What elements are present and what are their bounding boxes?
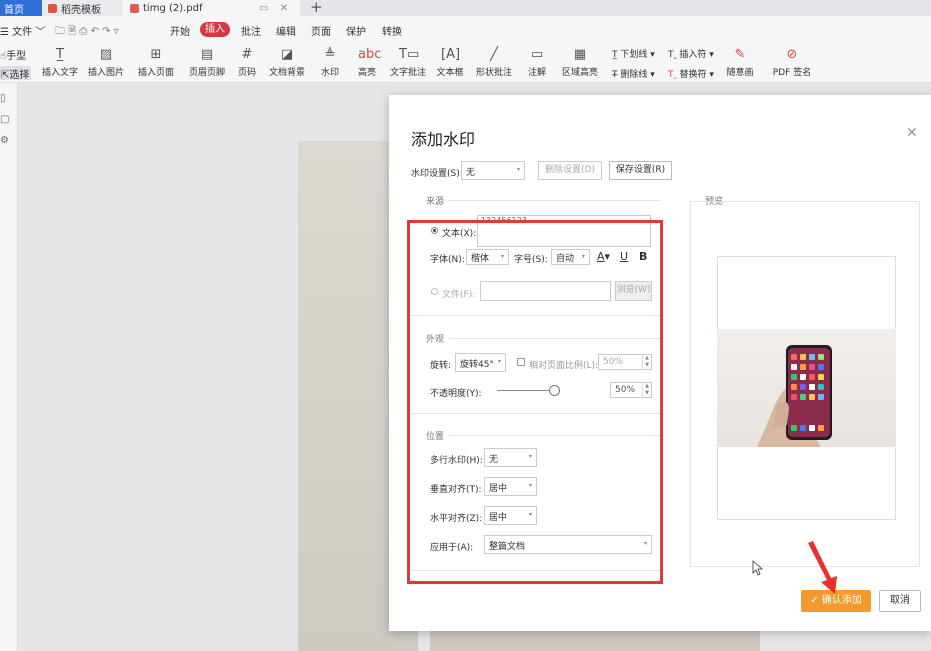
insert-page-button[interactable]: ⊞ 插入页面 [129, 44, 183, 83]
strikeout-tool[interactable]: T̶ 删除线 ▾ [612, 67, 655, 80]
file-menu[interactable]: ☰ 文件 ﹀ [0, 23, 45, 38]
underline-tool[interactable]: T̲ 下划线 ▾ [612, 47, 655, 60]
area-highlight-icon: ▦ [573, 47, 587, 62]
new-tab-button[interactable]: + [310, 0, 323, 16]
select-tool-label: 选择 [9, 70, 30, 81]
tab-templates-label: 稻壳模板 [61, 4, 101, 16]
bookmark-icon[interactable]: ▯ [0, 93, 17, 104]
tab-bar: 首页 稻壳模板 timg (2).pdf ▭ ✕ + [0, 0, 931, 16]
left-panel-strip: ▯ ▢ ⚙ [0, 83, 18, 651]
line-icon: ╱ [490, 47, 498, 62]
menu-convert[interactable]: 转换 [382, 23, 402, 38]
caret-insert-label: 插入符 [679, 50, 707, 60]
phone-in-hand-image [757, 345, 832, 447]
confirm-add-label: 确认添加 [821, 595, 862, 606]
insert-text-icon: T̲ [56, 47, 64, 62]
pdf-icon [130, 3, 139, 13]
freehand-label: 随意画 [726, 68, 754, 78]
hand-tool-label: 手型 [6, 51, 27, 62]
preset-value: 无 [466, 168, 476, 178]
background-icon: ◪ [280, 47, 294, 62]
page-number-icon: # [241, 47, 253, 62]
note-icon: ▭ [530, 47, 544, 62]
close-icon[interactable]: ✕ [906, 125, 918, 141]
tab-pdf-label: timg (2).pdf [143, 2, 203, 14]
insert-image-label: 插入图片 [87, 68, 124, 78]
signature-icon: ⊘ [786, 47, 798, 62]
tab-home[interactable]: 首页 [0, 0, 42, 16]
area-highlight-label: 区域高亮 [561, 68, 598, 78]
highlight-icon: abc [358, 47, 382, 62]
hand-tool[interactable]: ☝手型 [0, 47, 26, 62]
caret-insert-tool[interactable]: T‸ 插入符 ▾ [668, 47, 714, 60]
menu-page[interactable]: 页面 [311, 23, 331, 38]
freehand-button[interactable]: ✎ 随意画 [713, 44, 767, 83]
textbox-icon: [A] [441, 47, 461, 62]
tab-pdf[interactable]: timg (2).pdf ▭ ✕ [122, 0, 300, 16]
strikeout-label: 删除线 [620, 70, 648, 80]
pen-icon: ✎ [734, 47, 746, 62]
menu-comment[interactable]: 批注 [241, 23, 261, 38]
header-footer-icon: ▤ [200, 47, 214, 62]
menu-bar: ☰ 文件 ﹀ 🗀 🗎 ⎙ ↶ ↷ ▿ 开始 插入 批注 编辑 页面 保护 转换 [0, 16, 931, 44]
replace-tool[interactable]: T‸ 替换符 ▾ [668, 67, 714, 80]
menu-protect[interactable]: 保护 [346, 23, 366, 38]
insert-image-button[interactable]: ▨ 插入图片 [79, 44, 133, 83]
tab-close-icon[interactable]: ▭ ✕ [259, 3, 292, 14]
chevron-down-icon: ▾ [516, 166, 520, 173]
preset-label: 水印设置(S): [411, 169, 463, 179]
source-divider [449, 200, 661, 201]
template-icon [48, 3, 57, 13]
insert-toolbar: ☝手型 ⇱选择 T̲ 插入文字 ▨ 插入图片 ⊞ 插入页面 ▤ 页眉页脚 # 页码 ◪ 文档… [0, 44, 931, 83]
menu-edit[interactable]: 编辑 [276, 23, 296, 38]
delete-preset-button[interactable]: 删除设置(D) [538, 161, 602, 180]
replace-label: 替换符 [679, 70, 707, 80]
insert-page-label: 插入页面 [137, 68, 174, 78]
menu-start[interactable]: 开始 [170, 23, 190, 38]
red-highlight-frame [407, 220, 663, 584]
image-icon: ▨ [99, 47, 113, 62]
page-plus-icon: ⊞ [150, 47, 162, 62]
preview-photo [717, 329, 896, 447]
red-arrow-annotation [808, 541, 837, 594]
preset-select[interactable]: 无 ▾ [461, 161, 525, 180]
quick-access-icons[interactable]: 🗀 🗎 ⎙ ↶ ↷ ▿ [55, 24, 119, 41]
annotation-icon[interactable]: ⚙ [0, 135, 17, 146]
thumbnail-icon[interactable]: ▢ [0, 114, 17, 125]
add-watermark-dialog: 添加水印 ✕ 水印设置(S): 无 ▾ 删除设置(D) 保存设置(R) 来源 文本… [389, 95, 931, 631]
dialog-title: 添加水印 [411, 130, 476, 149]
watermark-icon: ≜ [324, 47, 336, 62]
tab-home-label: 首页 [4, 4, 24, 16]
menu-insert[interactable]: 插入 [200, 22, 230, 37]
tab-templates[interactable]: 稻壳模板 [42, 0, 122, 16]
replace-icon: T‸ [668, 70, 677, 80]
mouse-cursor-icon [752, 560, 764, 576]
underline-label: 下划线 [620, 50, 648, 60]
text-comment-icon: T▭ [399, 47, 420, 62]
pdf-sign-button[interactable]: ⊘ PDF 签名 [765, 44, 819, 83]
file-menu-label: 文件 [12, 27, 33, 38]
pdf-sign-label: PDF 签名 [772, 68, 812, 78]
area-highlight-button[interactable]: ▦ 区域高亮 [553, 44, 607, 83]
select-tool[interactable]: ⇱选择 [0, 66, 31, 81]
save-preset-button[interactable]: 保存设置(R) [609, 161, 672, 180]
source-section-label: 来源 [426, 197, 445, 207]
confirm-icon: ✓ [810, 595, 819, 606]
cancel-button[interactable]: 取消 [879, 590, 921, 612]
